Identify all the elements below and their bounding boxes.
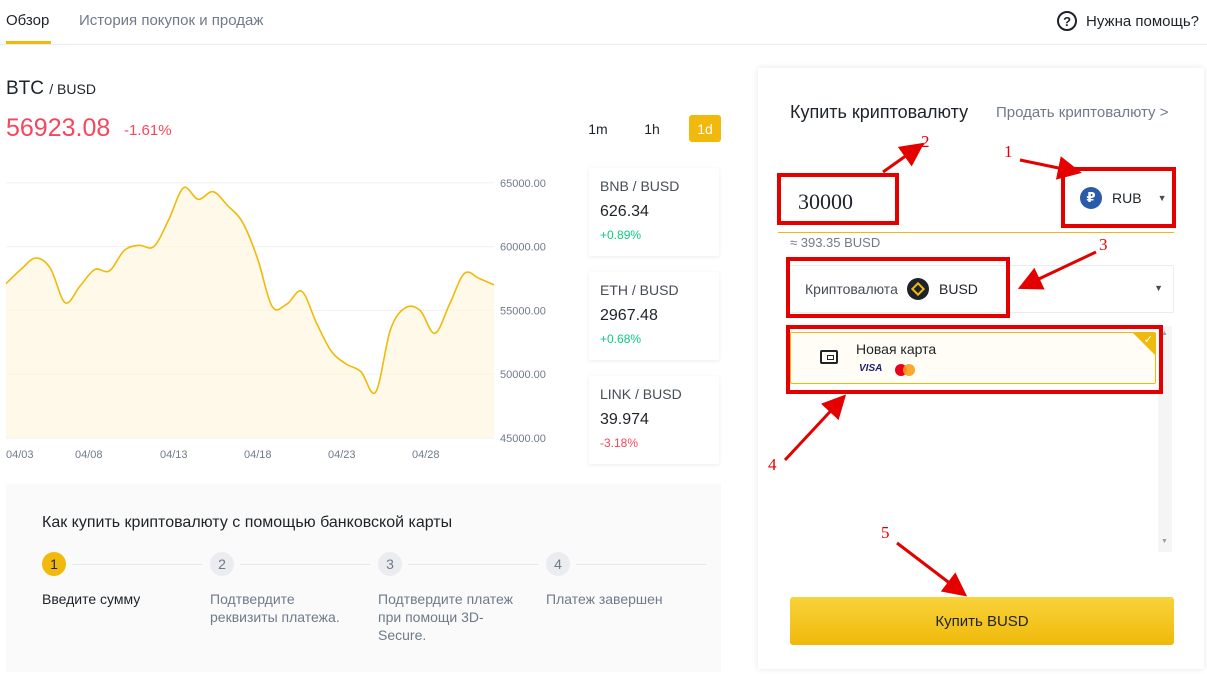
step-connector	[240, 564, 370, 565]
annotation-number-5: 5	[881, 523, 890, 542]
step-2-circle: 2	[210, 552, 234, 576]
annotation-box-currency	[1061, 167, 1176, 228]
caret-down-icon: ▼	[1154, 283, 1163, 293]
sell-crypto-link[interactable]: Продать криптовалюту >	[996, 104, 1169, 121]
timeframe-1d[interactable]: 1d	[689, 115, 721, 142]
ticker-price: 626.34	[600, 203, 649, 220]
ticker-price: 39.974	[600, 411, 649, 428]
step-1-circle: 1	[42, 552, 66, 576]
scroll-down-icon[interactable]: ▼	[1161, 538, 1168, 545]
annotation-number-4: 4	[768, 455, 777, 474]
help-link[interactable]: ? Нужна помощь?	[1057, 11, 1199, 31]
ticker-card-link[interactable]: LINK / BUSD 39.974 -3.18%	[589, 376, 719, 464]
step-connector	[408, 564, 538, 565]
step-4-circle: 4	[546, 552, 570, 576]
x-tick-label: 04/23	[328, 449, 356, 461]
step-4-label: Платеж завершен	[546, 591, 663, 607]
last-price: 56923.08	[6, 114, 111, 142]
ticker-pair: BNB / BUSD	[600, 178, 680, 194]
x-tick-label: 04/03	[6, 449, 34, 461]
x-tick-label: 04/28	[412, 449, 440, 461]
buy-button[interactable]: Купить BUSD	[790, 597, 1174, 645]
ticker-change: -3.18%	[600, 436, 639, 450]
how-to-buy-section: Как купить криптовалюту с помощью банков…	[6, 484, 721, 672]
y-tick-label: 55000.00	[500, 305, 546, 317]
x-tick-label: 04/13	[160, 449, 188, 461]
price-change: -1.61%	[124, 122, 172, 139]
timeframe-1h[interactable]: 1h	[638, 115, 666, 142]
y-tick-label: 45000.00	[500, 433, 546, 445]
step-2-label: Подтвердите реквизиты платежа.	[210, 591, 340, 625]
ticker-pair: ETH / BUSD	[600, 282, 679, 298]
pair-quote: / BUSD	[49, 81, 96, 97]
ticker-pair: LINK / BUSD	[600, 386, 682, 402]
price-chart: 65000.00 60000.00 55000.00 50000.00 45000.00…	[5, 178, 546, 461]
annotation-box-card	[786, 325, 1163, 394]
tab-history[interactable]: История покупок и продаж	[79, 12, 263, 29]
annotation-number-3: 3	[1099, 235, 1108, 254]
buy-title: Купить криптовалюту	[790, 102, 969, 122]
x-tick-label: 04/18	[244, 449, 272, 461]
ticker-change: +0.68%	[600, 332, 642, 346]
annotation-number-1: 1	[1004, 142, 1013, 161]
top-nav: Обзор История покупок и продаж ? Нужна п…	[0, 0, 1207, 45]
timeframe-1m[interactable]: 1m	[584, 115, 612, 142]
pair-title: BTC / BUSD	[6, 78, 96, 100]
ticker-card-bnb[interactable]: BNB / BUSD 626.34 +0.89%	[589, 168, 719, 256]
how-to-title: Как купить криптовалюту с помощью банков…	[42, 514, 453, 531]
y-tick-label: 50000.00	[500, 369, 546, 381]
question-icon: ?	[1057, 11, 1078, 31]
step-3-circle: 3	[378, 552, 402, 576]
step-3-label: Подтвердите платеж при помощи 3D-Secure.	[378, 591, 514, 643]
help-label: Нужна помощь?	[1086, 12, 1199, 30]
annotation-box-amount	[777, 173, 899, 225]
x-tick-label: 04/08	[75, 449, 103, 461]
step-connector	[72, 564, 202, 565]
step-connector	[576, 564, 706, 565]
ticker-card-eth[interactable]: ETH / BUSD 2967.48 +0.68%	[589, 272, 719, 360]
active-tab-indicator	[6, 41, 51, 44]
ticker-change: +0.89%	[600, 228, 642, 242]
tab-overview[interactable]: Обзор	[6, 12, 49, 29]
pair-base: BTC	[6, 78, 44, 99]
chart-area-fill	[6, 187, 494, 438]
ticker-price: 2967.48	[600, 307, 658, 324]
approx-crypto-amount: ≈ 393.35 BUSD	[790, 235, 881, 250]
step-1-label: Введите сумму	[42, 591, 141, 607]
y-tick-label: 65000.00	[500, 178, 546, 190]
annotation-box-crypto	[786, 257, 1010, 318]
annotation-number-2: 2	[921, 132, 930, 151]
y-tick-label: 60000.00	[500, 242, 546, 254]
